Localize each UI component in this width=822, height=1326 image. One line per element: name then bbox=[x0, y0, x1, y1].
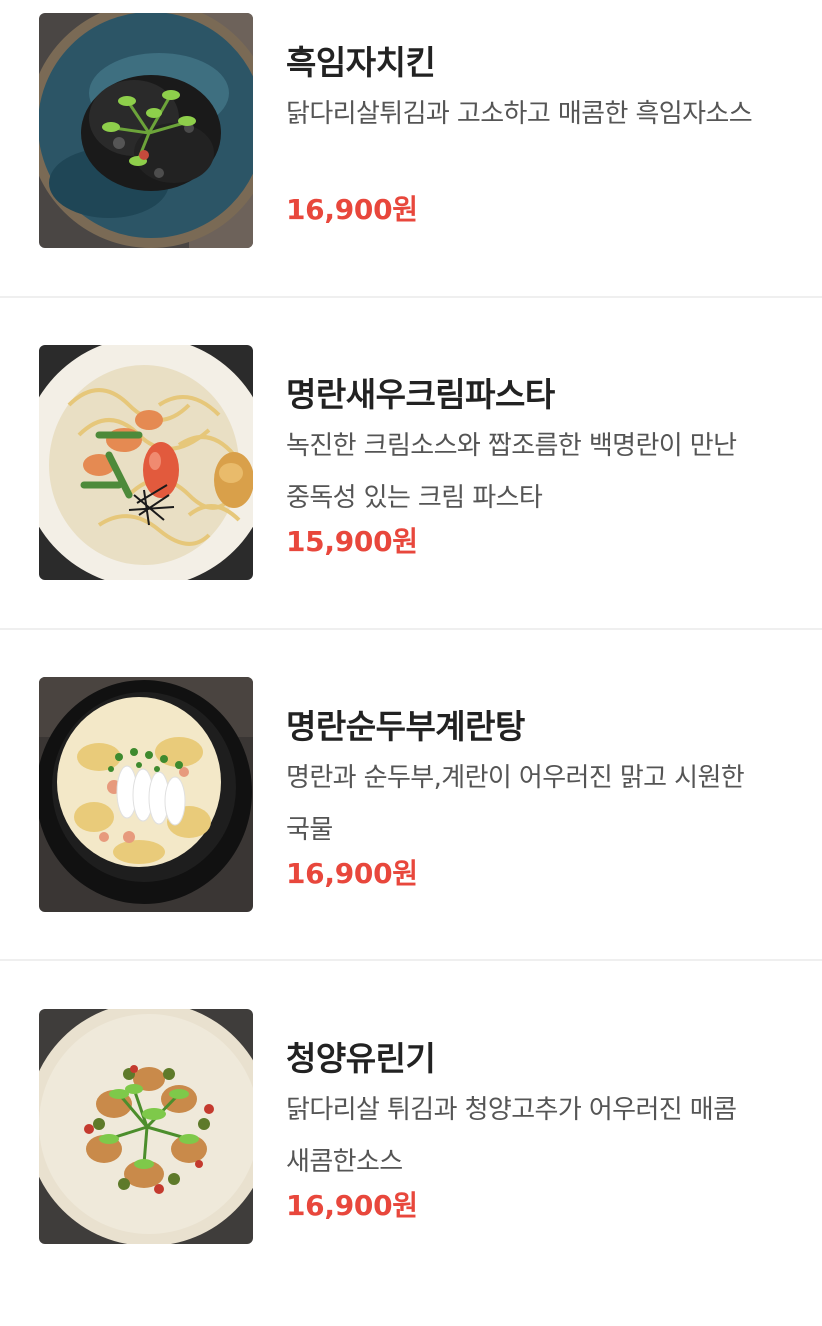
menu-item-name: 청양유린기 bbox=[286, 1039, 436, 1078]
cream-pasta-shrimp-photo[interactable] bbox=[39, 345, 253, 580]
menu-item-description: 녹진한 크림소스와 짭조름한 백명란이 만난 중독성 있는 크림 파스타 bbox=[286, 431, 737, 513]
menu-item[interactable]: 명란순두부계란탕 명란과 순두부,계란이 어우러진 맑고 시원한 국물 16,9… bbox=[0, 664, 822, 994]
menu-item[interactable]: 명란새우크림파스타 녹진한 크림소스와 짭조름한 백명란이 만난 중독성 있는 … bbox=[0, 332, 822, 662]
divider bbox=[0, 959, 822, 961]
menu-item-description: 닭다리살튀김과 고소하고 매콤한 흑임자소스 bbox=[286, 99, 753, 129]
tofu-egg-soup-photo[interactable] bbox=[39, 677, 253, 912]
menu-item-price: 16,900원 bbox=[286, 1189, 418, 1222]
menu-item[interactable]: 청양유린기 닭다리살 튀김과 청양고추가 어우러진 매콤 새콤한소스 16,90… bbox=[0, 996, 822, 1326]
divider bbox=[0, 296, 822, 298]
menu-item-price: 15,900원 bbox=[286, 525, 418, 558]
fried-chicken-black-sesame-photo[interactable] bbox=[39, 13, 253, 248]
menu-item-name: 명란새우크림파스타 bbox=[286, 375, 555, 414]
menu-item-price: 16,900원 bbox=[286, 857, 418, 890]
divider bbox=[0, 628, 822, 630]
yuringi-chicken-photo[interactable] bbox=[39, 1009, 253, 1244]
menu-item-description: 닭다리살 튀김과 청양고추가 어우러진 매콤 새콤한소스 bbox=[286, 1095, 737, 1177]
menu-item-name: 명란순두부계란탕 bbox=[286, 707, 525, 746]
menu-item-price: 16,900원 bbox=[286, 193, 418, 226]
menu-item-description: 명란과 순두부,계란이 어우러진 맑고 시원한 국물 bbox=[286, 763, 745, 845]
menu-item[interactable]: 흑임자치킨 닭다리살튀김과 고소하고 매콤한 흑임자소스 16,900원 bbox=[0, 0, 822, 330]
menu-item-name: 흑임자치킨 bbox=[286, 43, 436, 82]
